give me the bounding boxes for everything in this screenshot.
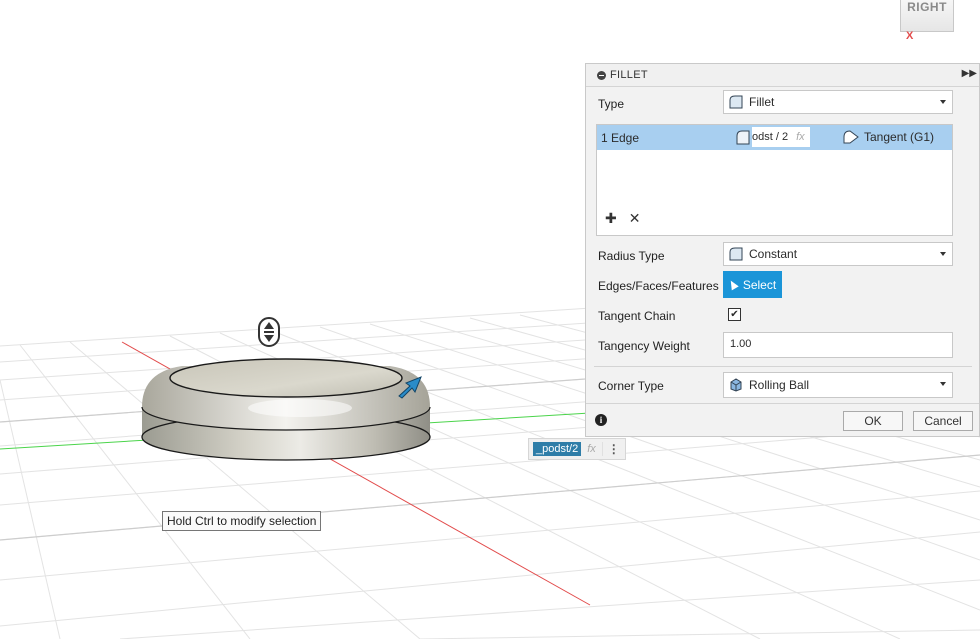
type-dropdown[interactable]: Fillet [723, 90, 953, 114]
tangent-chain-checkbox[interactable]: ✔ [728, 308, 741, 321]
view-cube-face[interactable]: RIGHT [900, 0, 954, 32]
tangency-weight-label: Tangency Weight [598, 339, 690, 353]
edges-label: Edges/Faces/Features [598, 279, 719, 293]
dialog-title: FILLET [610, 69, 648, 81]
remove-icon[interactable]: ✕ [629, 210, 641, 227]
selection-tooltip: Hold Ctrl to modify selection [162, 511, 322, 531]
manipulator-handle-icon[interactable] [258, 317, 280, 347]
cursor-icon [727, 278, 739, 291]
radius-type-dropdown[interactable]: Constant [723, 242, 953, 266]
ok-button[interactable]: OK [843, 411, 903, 431]
puck-model[interactable] [141, 358, 431, 461]
cancel-button[interactable]: Cancel [913, 411, 973, 431]
continuity-value: Tangent (G1) [864, 130, 935, 144]
edge-count: 1 Edge [601, 131, 640, 145]
fillet-icon [729, 95, 743, 109]
dialog-footer: i OK Cancel [586, 403, 979, 437]
info-icon[interactable]: i [595, 414, 607, 426]
dialog-header: FILLET ▶▶ [586, 64, 979, 87]
corner-type-value: Rolling Ball [749, 378, 810, 392]
edge-selection-table: 1 Edge odst / 2 fx Tangent (G1) ✚ ✕ [596, 124, 953, 236]
chevron-down-icon [940, 382, 946, 386]
fx-icon[interactable]: fx [796, 131, 805, 143]
corner-type-label: Corner Type [598, 379, 664, 393]
edge-radius-input[interactable]: odst / 2 fx [752, 127, 810, 147]
view-cube[interactable]: RIGHT X [893, 0, 963, 44]
divider [594, 366, 972, 367]
tangent-icon [843, 130, 859, 144]
constant-radius-icon [729, 247, 743, 261]
radius-icon [736, 130, 750, 145]
select-button[interactable]: Select [723, 271, 782, 298]
corner-type-dropdown[interactable]: Rolling Ball [723, 372, 953, 398]
view-cube-x-axis-label: X [906, 30, 914, 42]
floating-radius-value[interactable]: _podst/2 [533, 442, 582, 456]
rolling-ball-icon [730, 378, 742, 392]
continuity-selector[interactable]: Tangent (G1) [843, 130, 934, 144]
view-cube-label: RIGHT [907, 0, 947, 14]
edge-radius-value[interactable]: odst / 2 [752, 131, 788, 143]
type-label: Type [598, 97, 625, 111]
chevron-down-icon [940, 100, 946, 104]
table-row[interactable]: 1 Edge odst / 2 fx Tangent (G1) [597, 125, 952, 150]
chevron-down-icon [940, 252, 946, 256]
more-options-icon[interactable]: ⋮ [601, 442, 625, 456]
expand-dialog-icon[interactable]: ▶▶ [962, 68, 977, 79]
select-button-label: Select [742, 277, 777, 292]
fillet-dialog: FILLET ▶▶ Type Fillet 1 Edge odst / 2 fx… [585, 63, 980, 437]
radius-type-value: Constant [749, 247, 798, 261]
tangent-chain-label: Tangent Chain [598, 309, 676, 323]
tangency-weight-input[interactable]: 1.00 [723, 332, 953, 358]
floating-radius-input[interactable]: _podst/2 fx ⋮ [528, 438, 626, 460]
type-value: Fillet [749, 95, 775, 109]
collapse-icon[interactable] [597, 70, 606, 80]
radius-type-label: Radius Type [598, 249, 665, 263]
fx-icon[interactable]: fx [587, 443, 596, 455]
add-icon[interactable]: ✚ [605, 210, 617, 227]
